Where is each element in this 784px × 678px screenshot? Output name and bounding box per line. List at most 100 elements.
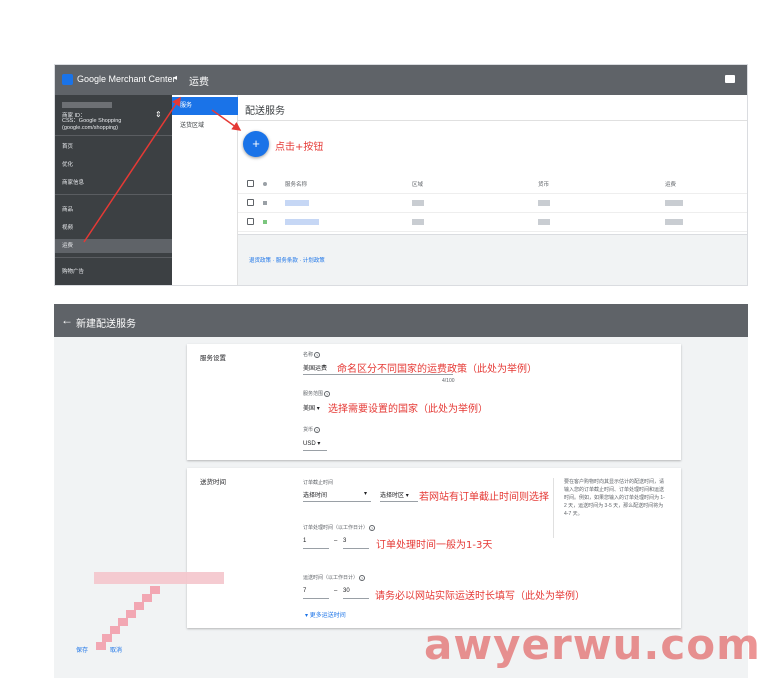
account-css-line2: (google.com/shopping) <box>62 125 118 131</box>
form-title: 新建配送服务 <box>76 319 136 330</box>
nav-divider <box>55 257 172 258</box>
add-service-button[interactable]: + <box>243 131 269 157</box>
shipping-list-screenshot: Google Merchant Center ◂ 运费 商家 ID： CSS：G… <box>54 64 748 286</box>
region-blurred <box>412 200 424 206</box>
handling-min-underline <box>303 548 329 549</box>
service-name-blurred <box>285 219 319 225</box>
sub-nav-services[interactable]: 服务 <box>172 97 238 115</box>
service-name-blurred <box>285 200 309 206</box>
transit-min-underline <box>303 598 329 599</box>
status-icon <box>263 201 267 205</box>
row-checkbox[interactable] <box>247 199 254 206</box>
help-icon[interactable]: ? <box>314 351 321 358</box>
shipping-services-panel: 配送服务 + 点击+按钮 服务名称 区域 货币 运费 退货政策 · 服务条款 ·… <box>238 95 747 285</box>
status-dot-icon <box>263 182 267 186</box>
annotation-click-add: 点击+按钮 <box>275 142 324 153</box>
help-icon[interactable]: ? <box>369 524 376 531</box>
nav-item-business-info[interactable]: 商家信息 <box>55 176 172 190</box>
account-switcher-icon[interactable]: ⇕ <box>155 110 162 119</box>
nav-item-shipping[interactable]: 运费 <box>55 239 172 253</box>
rate-blurred <box>665 219 683 225</box>
transit-min-input[interactable]: 7 <box>303 588 306 594</box>
nav-item-optimize[interactable]: 优化 <box>55 158 172 172</box>
mail-icon[interactable] <box>725 75 735 83</box>
nav-item-home[interactable]: 首页 <box>55 140 172 154</box>
watermark: awyerwu.com <box>424 620 761 669</box>
col-currency: 货币 <box>538 182 550 188</box>
transit-label: 运送时间（以工作日计）? <box>303 574 366 581</box>
account-css: CSS：Google Shopping (google.com/shopping… <box>62 118 132 132</box>
handling-max-input[interactable]: 3 <box>343 538 346 544</box>
account-name-blurred <box>62 102 112 108</box>
annotation-region: 选择需要设置的国家（此处为举例） <box>328 404 488 415</box>
panel-title-bar: 配送服务 <box>238 95 747 121</box>
cancel-button[interactable]: 取消 <box>110 645 122 654</box>
region-label: 服务范围? <box>303 390 331 397</box>
chevron-down-icon: ▾ <box>316 406 320 412</box>
transit-max-underline <box>343 598 369 599</box>
status-icon <box>263 220 267 224</box>
chevron-down-icon: ▾ <box>364 491 368 497</box>
annotation-cutoff: 若网站有订单截止时间则选择 <box>419 492 549 503</box>
section-title: 配送服务 <box>245 106 285 117</box>
name-char-counter: 4/100 <box>442 378 455 384</box>
transit-max-input[interactable]: 30 <box>343 588 350 594</box>
help-icon[interactable]: ? <box>359 574 366 581</box>
app-header: Google Merchant Center ◂ 运费 <box>55 65 747 95</box>
delivery-time-title: 送货时间 <box>200 479 226 486</box>
currency-select[interactable]: USD ▾ <box>303 440 320 447</box>
cutoff-zone-underline <box>380 501 418 502</box>
col-region: 区域 <box>412 182 424 188</box>
merchant-center-logo-icon <box>62 74 73 85</box>
row-checkbox[interactable] <box>247 218 254 225</box>
help-icon[interactable]: ? <box>324 390 331 397</box>
name-label: 名称? <box>303 351 321 358</box>
save-button[interactable]: 保存 <box>76 645 88 654</box>
form-header: ← 新建配送服务 <box>54 304 748 337</box>
page-title: 运费 <box>189 77 209 88</box>
name-input[interactable]: 美国运费 <box>303 363 327 372</box>
more-delivery-times-link[interactable]: ▾ 更多运送时间 <box>305 610 346 619</box>
region-select[interactable]: 美国 ▾ <box>303 403 320 412</box>
range-dash: – <box>334 538 338 544</box>
cutoff-time-underline <box>303 501 371 502</box>
nav-item-videos[interactable]: 视频 <box>55 221 172 235</box>
select-all-checkbox[interactable] <box>247 180 254 187</box>
handling-label: 订单处理时间（以工作日计）? <box>303 524 376 531</box>
service-settings-card: 服务设置 名称? 美国运费 4/100 命名区分不同国家的运费政策（此处为举例）… <box>187 344 681 460</box>
nav-divider <box>55 135 172 136</box>
col-service-name: 服务名称 <box>285 182 308 188</box>
currency-blurred <box>538 200 550 206</box>
annotation-name: 命名区分不同国家的运费政策（此处为举例） <box>337 364 537 375</box>
cutoff-zone-select[interactable]: 选择时区 ▾ <box>380 490 409 499</box>
cutoff-time-select[interactable]: 选择时间 <box>303 490 327 499</box>
annotation-transit: 请务必以网站实际运送时长填写（此处为举例） <box>375 591 585 602</box>
range-dash: – <box>334 588 338 594</box>
cutoff-label: 订单截止时间 <box>303 480 334 486</box>
nav-divider <box>55 194 172 195</box>
annotation-handling: 订单处理时间一般为1-3天 <box>376 540 493 551</box>
handling-min-input[interactable]: 1 <box>303 538 306 544</box>
col-shipping-rate: 运费 <box>665 182 677 188</box>
sub-nav-delivery-areas[interactable]: 送货区域 <box>172 117 238 135</box>
chevron-down-icon: ▾ <box>405 493 409 499</box>
handling-max-underline <box>343 548 369 549</box>
back-arrow-icon[interactable]: ← <box>61 313 73 327</box>
left-nav: 商家 ID： CSS：Google Shopping (google.com/s… <box>55 95 172 285</box>
delivery-time-help-note: 要在客户购物时向其显示估计的配送时间，请输入您的订单截止时间、订单处理时间和运送… <box>553 478 665 538</box>
service-settings-title: 服务设置 <box>200 355 226 362</box>
currency-underline <box>303 450 327 451</box>
rate-blurred <box>665 200 683 206</box>
nav-item-shopping-ads[interactable]: 购物广告 <box>55 265 172 279</box>
policy-links[interactable]: 退货政策 · 服务条款 · 计划政策 <box>249 256 325 264</box>
region-blurred <box>412 219 424 225</box>
table-row[interactable] <box>238 213 747 232</box>
chevron-down-icon: ▾ <box>317 441 321 447</box>
blurred-region <box>94 572 224 584</box>
currency-blurred <box>538 219 550 225</box>
nav-item-products[interactable]: 商品 <box>55 203 172 217</box>
table-row[interactable] <box>238 194 747 213</box>
help-icon[interactable]: ? <box>314 426 321 433</box>
delivery-time-card: 送货时间 订单截止时间 选择时间 ▾ 选择时区 ▾ 若网站有订单截止时间则选择 … <box>187 468 681 628</box>
collapse-nav-icon[interactable]: ◂ <box>173 73 177 82</box>
